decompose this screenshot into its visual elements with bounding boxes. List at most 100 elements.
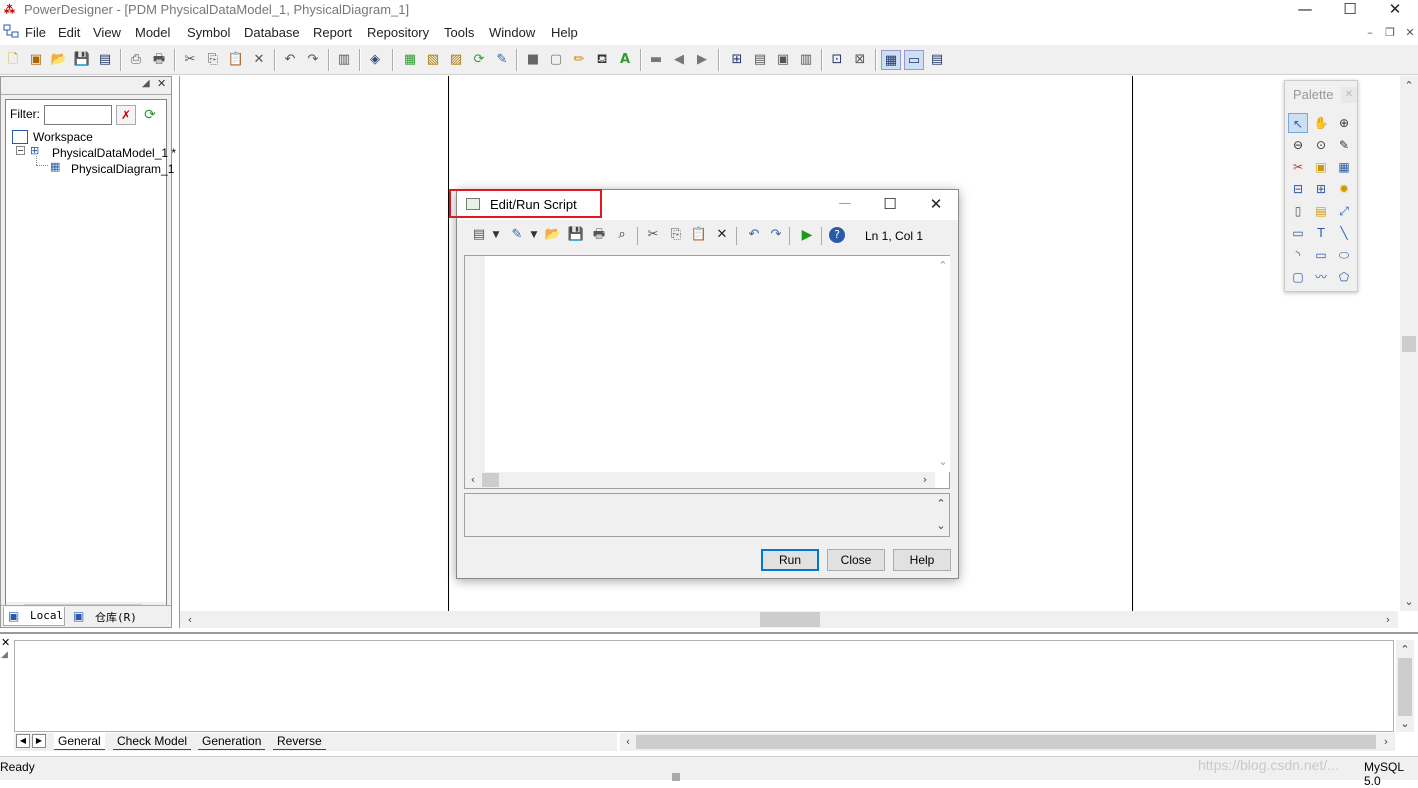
menu-window[interactable]: Window (489, 25, 535, 40)
scroll-up-icon[interactable]: ⌃ (1397, 642, 1413, 658)
collapse-icon[interactable]: − (16, 146, 25, 155)
paste-icon[interactable]: 📋 (226, 50, 246, 70)
line-format-icon[interactable]: ▢ (546, 50, 566, 70)
pencil-icon[interactable]: ✏ (569, 50, 589, 70)
save-all-icon[interactable]: ▤ (95, 50, 115, 70)
editor-hscrollbar[interactable]: ‹ › (465, 472, 935, 488)
scroll-thumb[interactable] (482, 473, 499, 487)
tree-model[interactable]: PhysicalDataModel_1 * (52, 146, 176, 160)
hand-icon[interactable]: ✋ (1311, 113, 1331, 133)
menu-database[interactable]: Database (244, 25, 300, 40)
minimize-button[interactable]: — (1282, 0, 1328, 20)
close-button[interactable]: ✕ (1372, 0, 1418, 20)
help-button[interactable]: Help (893, 549, 951, 571)
scroll-right-icon[interactable]: › (1378, 734, 1394, 750)
line-icon[interactable]: ╲ (1334, 223, 1354, 243)
dialog-close-icon[interactable]: ✕ (926, 196, 946, 214)
align-right-icon[interactable]: ▶ (692, 50, 712, 70)
output-hscrollbar[interactable]: ‹ › (620, 733, 1395, 751)
browser-close-icon[interactable]: ✕ (157, 77, 169, 91)
print-icon[interactable]: 🖶 (149, 50, 169, 70)
new-model-icon[interactable]: ▣ (26, 50, 46, 70)
dialog-minimize-icon[interactable]: — (835, 196, 855, 214)
copy-icon[interactable]: ⎘ (666, 225, 686, 245)
print-icon[interactable]: 🖶 (589, 225, 609, 245)
cut-icon[interactable]: ✂ (180, 50, 200, 70)
reference-icon[interactable]: ⊞ (1311, 179, 1331, 199)
save-icon[interactable]: 💾 (72, 50, 92, 70)
tab-general[interactable]: General (54, 733, 105, 750)
refresh-icon[interactable]: ⟳ (469, 50, 489, 70)
diagram-view-icon[interactable]: ⊞ (727, 50, 747, 70)
find-icon[interactable]: ⌕ (612, 225, 632, 245)
close-dialog-button[interactable]: Close (827, 549, 885, 571)
scroll-up-icon[interactable]: ⌃ (935, 258, 951, 274)
script-editor[interactable]: ⌃ ⌄ ‹ › (464, 255, 950, 489)
properties-icon[interactable]: ✎ (1334, 135, 1354, 155)
menu-file[interactable]: File (25, 25, 46, 40)
menu-edit[interactable]: Edit (58, 25, 80, 40)
text-icon[interactable]: T (1311, 223, 1331, 243)
scroll-thumb[interactable] (1402, 336, 1416, 352)
paint-bucket-icon[interactable]: ⛾ (592, 50, 612, 70)
file-icon[interactable]: ▯ (1288, 201, 1308, 221)
scroll-down-icon[interactable]: ⌄ (933, 518, 949, 534)
dock-icon[interactable]: ◢ (142, 78, 154, 92)
cut-icon[interactable]: ✂ (643, 225, 663, 245)
mdi-minimize-icon[interactable]: – (1363, 26, 1377, 40)
page-icon[interactable]: ▣ (773, 50, 793, 70)
new-icon[interactable]: 🗋 (3, 50, 23, 70)
menu-help[interactable]: Help (551, 25, 578, 40)
copy-icon[interactable]: ⎘ (203, 50, 223, 70)
mdi-close-icon[interactable]: ✕ (1403, 26, 1417, 40)
run-script-icon[interactable]: ▶ (797, 225, 817, 245)
menu-symbol[interactable]: Symbol (187, 25, 230, 40)
delete-icon[interactable]: ✕ (712, 225, 732, 245)
rectangle-icon[interactable]: ▭ (1311, 245, 1331, 265)
editor-vscrollbar[interactable]: ⌃ ⌄ (935, 256, 950, 472)
menu-view[interactable]: View (93, 25, 121, 40)
scroll-down-icon[interactable]: ⌄ (1401, 594, 1417, 610)
menu-tools[interactable]: Tools (444, 25, 474, 40)
tab-local[interactable]: ▣ Local (3, 607, 65, 626)
undo-icon[interactable]: ↶ (744, 225, 764, 245)
output-text-area[interactable] (14, 640, 1394, 732)
ellipse-icon[interactable]: ⬭ (1334, 245, 1354, 265)
table-icon[interactable]: ▦ (1334, 157, 1354, 177)
font-icon[interactable]: A (615, 50, 635, 70)
menu-report[interactable]: Report (313, 25, 352, 40)
paste-icon[interactable]: 📋 (689, 225, 709, 245)
help-icon[interactable]: ? (829, 227, 845, 243)
canvas-vscrollbar[interactable]: ⌃ ⌄ (1400, 76, 1418, 611)
scroll-thumb[interactable] (760, 612, 820, 627)
cut-icon[interactable]: ✂ (1288, 157, 1308, 177)
procedure-icon[interactable]: ✹ (1334, 179, 1354, 199)
save-file-icon[interactable]: 💾 (566, 225, 586, 245)
scroll-up-icon[interactable]: ⌃ (933, 496, 949, 512)
output-toggle-icon[interactable]: ▭ (904, 50, 924, 70)
dialog-maximize-icon[interactable]: ☐ (880, 196, 900, 214)
package-icon[interactable]: ▣ (1311, 157, 1331, 177)
new-package-icon[interactable]: ▦ (400, 50, 420, 70)
undo-icon[interactable]: ↶ (280, 50, 300, 70)
polyline-icon[interactable]: 〰 (1311, 267, 1331, 287)
tab-reverse[interactable]: Reverse (273, 733, 326, 750)
repository-icon[interactable]: ◈ (365, 50, 385, 70)
arc-icon[interactable]: ◝ (1288, 245, 1308, 265)
align-left-icon[interactable]: ◀ (669, 50, 689, 70)
script-output[interactable]: ⌃ ⌄ (464, 493, 950, 537)
group-icon[interactable]: ▬ (646, 50, 666, 70)
edit-script-icon[interactable]: ⊡ (827, 50, 847, 70)
print-preview-icon[interactable]: ⎙ (126, 50, 146, 70)
dock-icon[interactable]: ◢ (1, 650, 8, 660)
polygon-icon[interactable]: ⬠ (1334, 267, 1354, 287)
synonym-icon[interactable]: ▭ (1288, 223, 1308, 243)
result-list-icon[interactable]: ▤ (927, 50, 947, 70)
tab-check-model[interactable]: Check Model (113, 733, 192, 750)
find-objects-icon[interactable]: ▨ (446, 50, 466, 70)
open-file-icon[interactable]: 📂 (543, 225, 563, 245)
tab-next-icon[interactable]: ▶ (32, 734, 46, 748)
scroll-left-icon[interactable]: ‹ (465, 472, 481, 488)
filter-input[interactable] (44, 105, 112, 125)
open-package-icon[interactable]: ▧ (423, 50, 443, 70)
